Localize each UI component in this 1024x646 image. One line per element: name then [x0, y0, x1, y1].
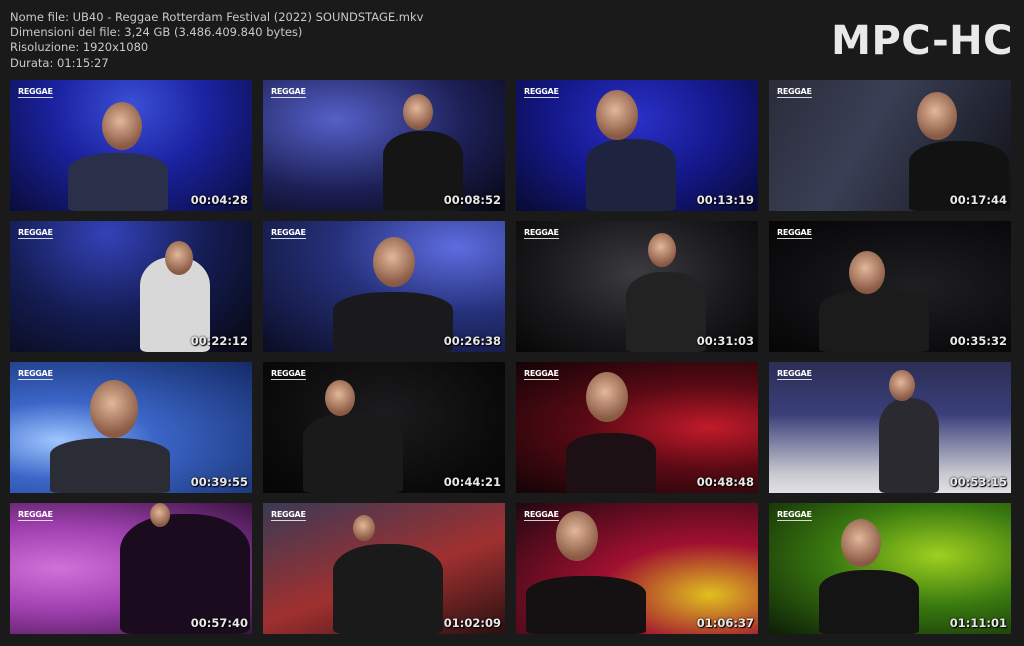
timestamp: 00:57:40 [190, 616, 248, 630]
thumbnail: REGGAE 00:31:03 [516, 221, 758, 352]
performer-head [403, 94, 433, 130]
performer-head [648, 233, 676, 267]
performer-head [102, 102, 142, 150]
timestamp: 00:35:32 [949, 334, 1007, 348]
video-frame [10, 221, 252, 352]
channel-logo: REGGAE [524, 369, 559, 380]
channel-logo: REGGAE [271, 510, 306, 521]
thumbnail: REGGAE 00:57:40 [10, 503, 252, 634]
thumbnail: REGGAE 00:22:12 [10, 221, 252, 352]
performer-silhouette [333, 544, 443, 634]
channel-logo: REGGAE [777, 369, 812, 380]
performer-silhouette [879, 398, 939, 493]
channel-logo: REGGAE [18, 228, 53, 239]
timestamp: 01:11:01 [949, 616, 1007, 630]
timestamp: 00:08:52 [443, 193, 501, 207]
performer-head [325, 380, 355, 416]
performer-silhouette [626, 272, 706, 352]
channel-logo: REGGAE [18, 369, 53, 380]
performer-head [150, 503, 170, 527]
channel-logo: REGGAE [777, 228, 812, 239]
performer-head [917, 92, 957, 140]
performer-silhouette [333, 292, 453, 352]
performer-head [596, 90, 638, 140]
channel-logo: REGGAE [271, 87, 306, 98]
performer-silhouette [819, 570, 919, 634]
channel-logo: REGGAE [18, 510, 53, 521]
thumbnail: REGGAE 00:53:15 [769, 362, 1011, 493]
thumbnail: REGGAE 00:08:52 [263, 80, 505, 211]
performer-head [889, 370, 915, 401]
performer-silhouette [586, 139, 676, 211]
timestamp: 01:06:37 [696, 616, 754, 630]
channel-logo: REGGAE [271, 369, 306, 380]
thumbnail: REGGAE 01:06:37 [516, 503, 758, 634]
timestamp: 00:31:03 [696, 334, 754, 348]
performer-head [90, 380, 138, 438]
performer-head [586, 372, 628, 422]
thumbnail: REGGAE 00:44:21 [263, 362, 505, 493]
performer-head [556, 511, 598, 561]
thumbnail: REGGAE 00:39:55 [10, 362, 252, 493]
timestamp: 01:02:09 [443, 616, 501, 630]
performer-head [849, 251, 885, 294]
channel-logo: REGGAE [524, 87, 559, 98]
thumbnail: REGGAE 00:35:32 [769, 221, 1011, 352]
performer-silhouette [526, 576, 646, 634]
thumbnail: REGGAE 00:17:44 [769, 80, 1011, 211]
timestamp: 00:17:44 [949, 193, 1007, 207]
channel-logo: REGGAE [18, 87, 53, 98]
channel-logo: REGGAE [271, 228, 306, 239]
filesize-line: Dimensioni del file: 3,24 GB (3.486.409.… [10, 25, 303, 40]
thumbnail: REGGAE 00:26:38 [263, 221, 505, 352]
performer-silhouette [303, 413, 403, 493]
timestamp: 00:53:15 [949, 475, 1007, 489]
timestamp: 00:39:55 [190, 475, 248, 489]
thumbnail: REGGAE 01:02:09 [263, 503, 505, 634]
timestamp: 00:26:38 [443, 334, 501, 348]
channel-logo: REGGAE [777, 510, 812, 521]
thumbnail: REGGAE 01:11:01 [769, 503, 1011, 634]
channel-logo: REGGAE [777, 87, 812, 98]
timestamp: 00:22:12 [190, 334, 248, 348]
performer-head [353, 515, 375, 541]
performer-silhouette [566, 433, 656, 493]
app-logo: MPC-HC [831, 18, 1013, 64]
timestamp: 00:44:21 [443, 475, 501, 489]
timestamp: 00:04:28 [190, 193, 248, 207]
file-info: Nome file: UB40 - Reggae Rotterdam Festi… [10, 10, 423, 71]
timestamp: 00:48:48 [696, 475, 754, 489]
resolution-line: Risoluzione: 1920x1080 [10, 40, 149, 55]
performer-head [165, 241, 193, 275]
performer-head [841, 519, 881, 567]
thumbnail: REGGAE 00:04:28 [10, 80, 252, 211]
thumbnail-grid: REGGAE 00:04:28 REGGAE 00:08:52 REGGAE 00:13:… [10, 80, 1013, 634]
duration-line: Durata: 01:15:27 [10, 55, 109, 70]
performer-silhouette [68, 153, 168, 211]
performer-silhouette [50, 438, 170, 493]
performer-head [373, 237, 415, 287]
timestamp: 00:13:19 [696, 193, 754, 207]
thumbnail: REGGAE 00:48:48 [516, 362, 758, 493]
filename-line: Nome file: UB40 - Reggae Rotterdam Festi… [10, 10, 424, 24]
thumbnail: REGGAE 00:13:19 [516, 80, 758, 211]
channel-logo: REGGAE [524, 228, 559, 239]
performer-silhouette [819, 290, 929, 352]
channel-logo: REGGAE [524, 510, 559, 521]
